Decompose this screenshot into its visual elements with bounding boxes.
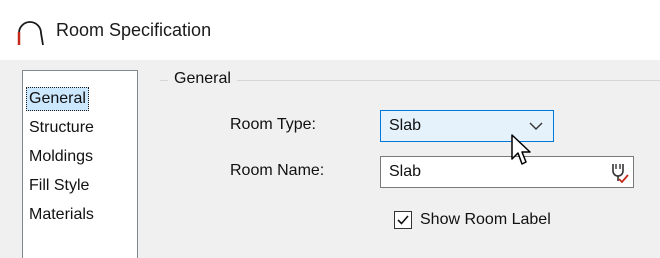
- title-bar: Room Specification: [0, 0, 660, 60]
- room-name-field[interactable]: Slab: [380, 156, 634, 188]
- room-type-value: Slab: [389, 117, 422, 134]
- show-room-label-checkbox[interactable]: [394, 211, 412, 229]
- category-item-moldings[interactable]: Moldings: [26, 145, 96, 169]
- category-item-fill-style[interactable]: Fill Style: [26, 174, 92, 198]
- category-list[interactable]: General Structure Moldings Fill Style Ma…: [22, 70, 138, 258]
- text-macro-icon[interactable]: [607, 161, 629, 183]
- arch-icon: [17, 21, 44, 46]
- group-title: General: [168, 70, 237, 88]
- category-item-general[interactable]: General: [26, 87, 89, 111]
- category-item-materials[interactable]: Materials: [26, 203, 97, 227]
- show-room-label-text: Show Room Label: [420, 211, 551, 228]
- checkmark-icon: [397, 215, 409, 225]
- dialog-body: General Structure Moldings Fill Style Ma…: [0, 60, 660, 258]
- room-type-label: Room Type:: [230, 116, 316, 133]
- chevron-down-icon: [529, 122, 543, 130]
- room-name-label: Room Name:: [230, 162, 325, 179]
- room-name-value: Slab: [389, 163, 422, 180]
- category-item-structure[interactable]: Structure: [26, 116, 97, 140]
- mouse-pointer-icon: [511, 134, 531, 165]
- window-title: Room Specification: [56, 20, 212, 40]
